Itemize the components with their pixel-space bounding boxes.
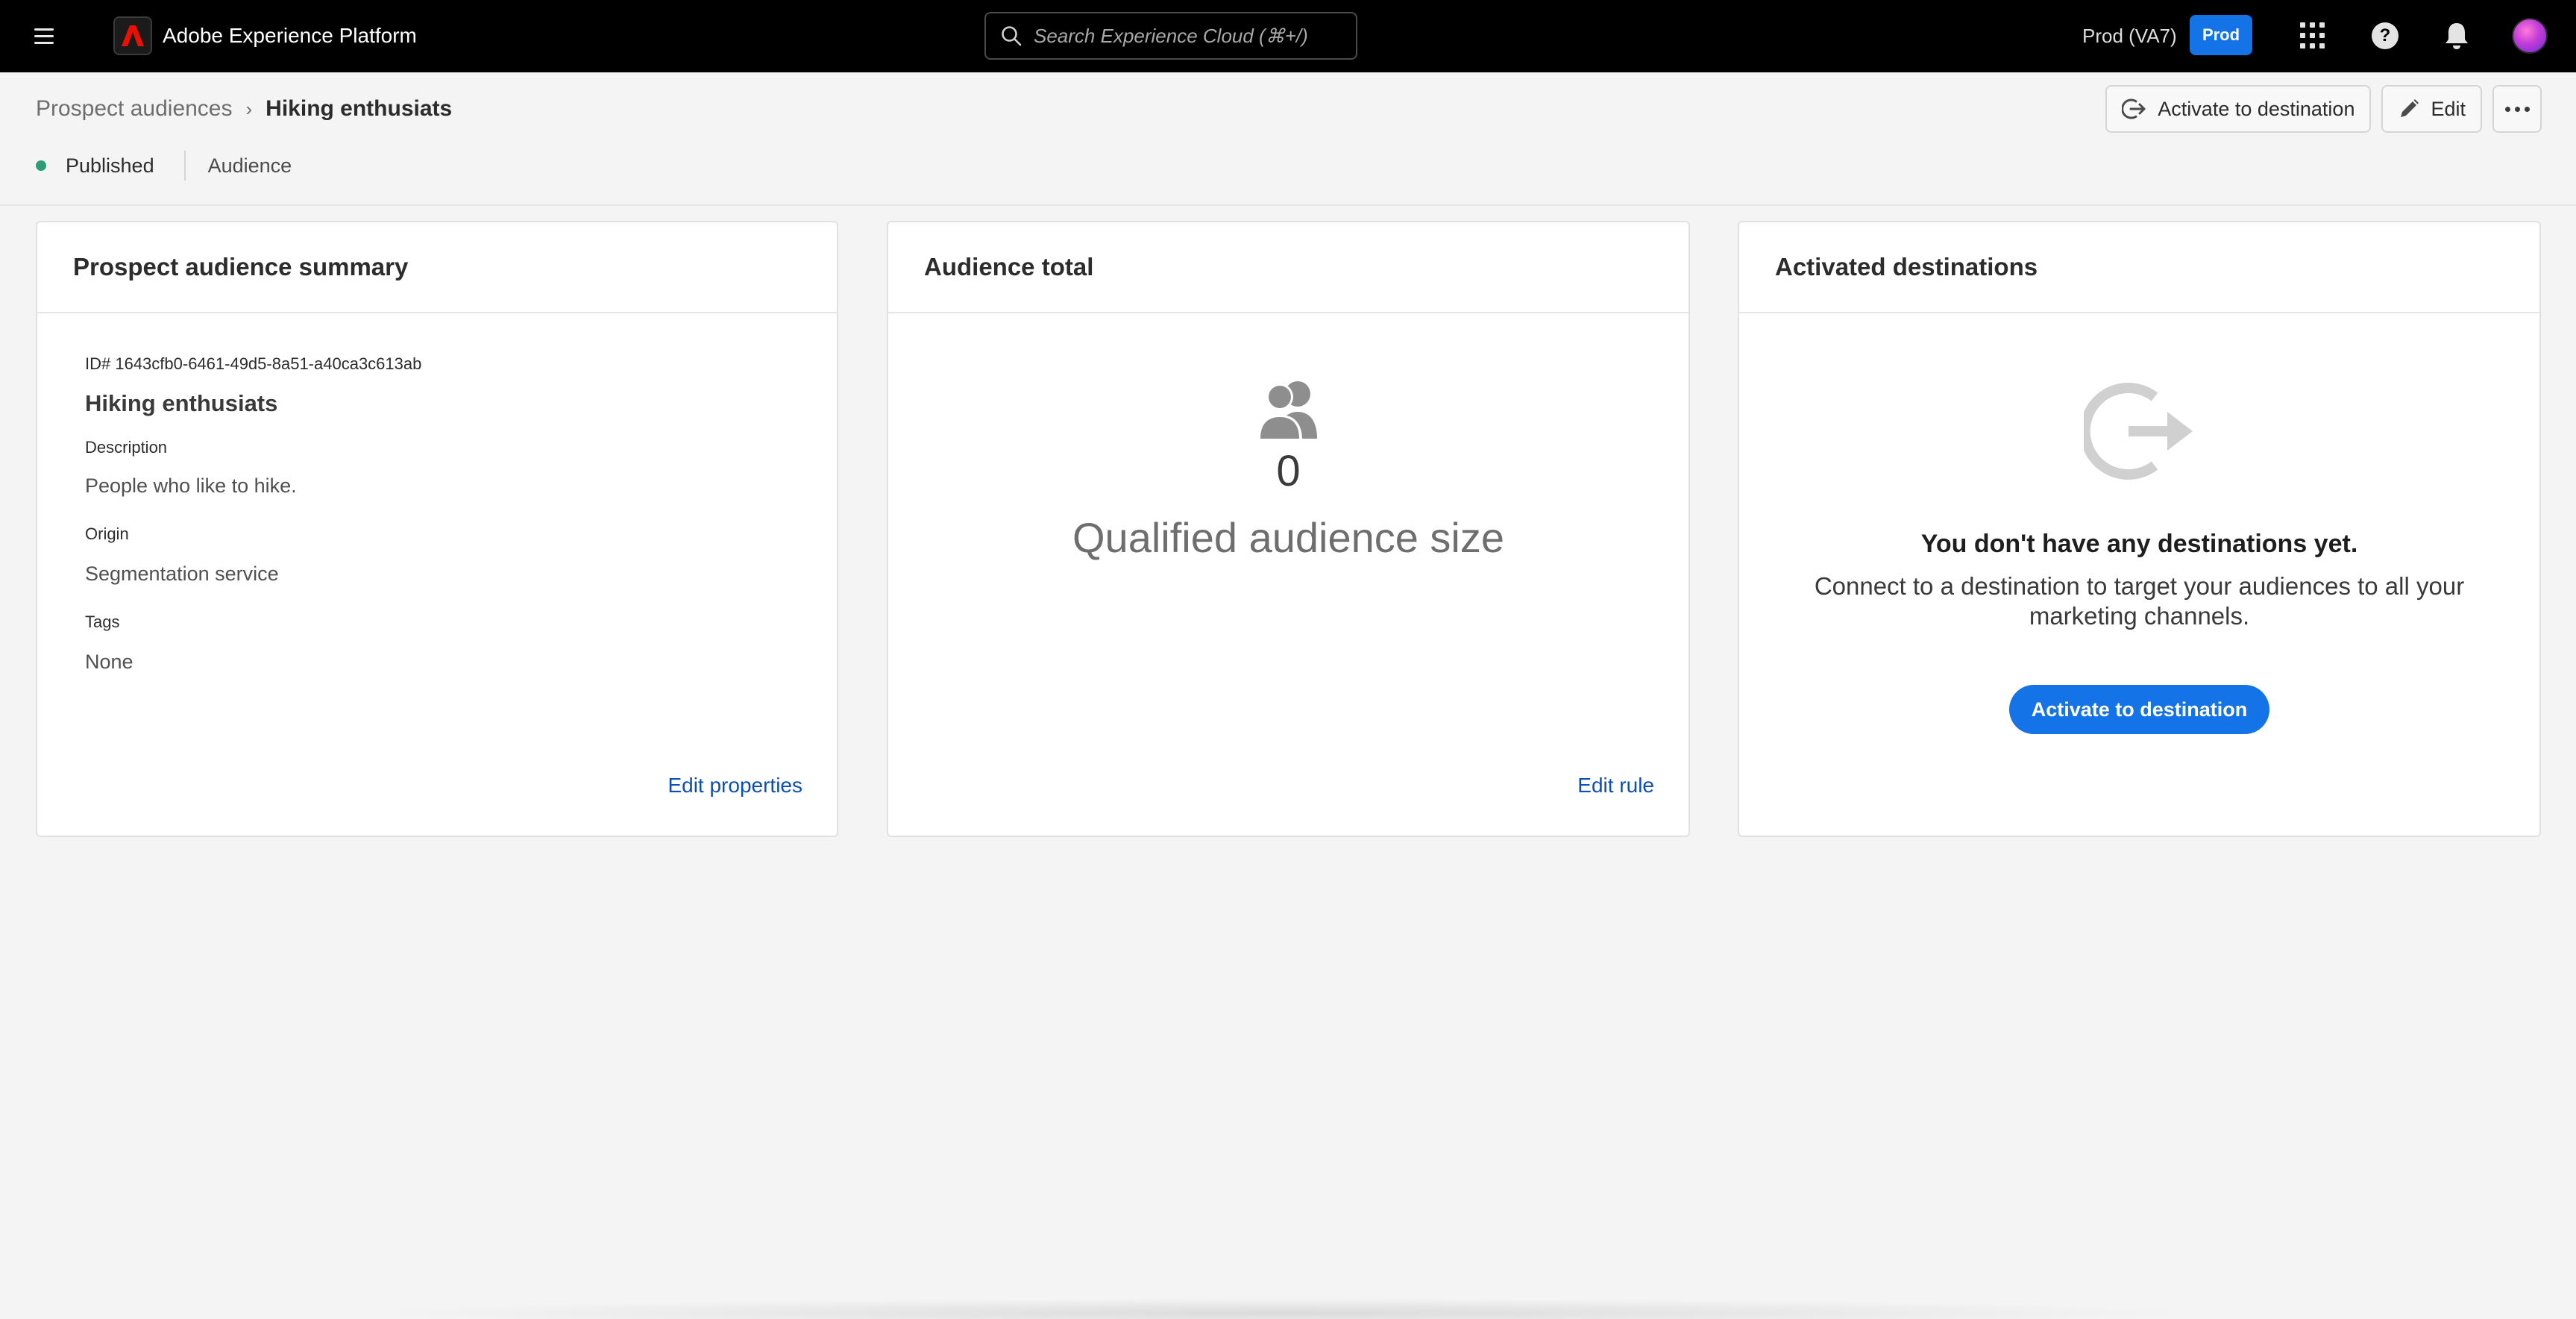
edit-properties-link[interactable]: Edit properties — [667, 773, 802, 798]
activate-to-destination-cta[interactable]: Activate to destination — [2008, 685, 2270, 734]
tags-label: Tags — [85, 612, 120, 631]
menu-icon[interactable] — [34, 22, 61, 49]
breadcrumb-prospect-audiences[interactable]: Prospect audiences — [36, 95, 233, 122]
app-title[interactable]: Adobe Experience Platform — [163, 22, 417, 49]
audience-name: Hiking enthusiats — [85, 390, 278, 416]
activate-destination-icon — [2122, 98, 2146, 119]
card-header: Audience total — [888, 222, 1688, 313]
qualified-audience-count: 0 — [1276, 447, 1301, 495]
bell-icon[interactable] — [2443, 21, 2470, 51]
people-icon — [1257, 381, 1317, 440]
search-input[interactable] — [1034, 24, 1347, 48]
audience-total-card: Audience total 0 Qualified audience size… — [887, 221, 1690, 837]
search-icon — [1002, 26, 1022, 46]
top-navigation-bar: Adobe Experience Platform Prod (VA7) Pro… — [0, 0, 2576, 72]
card-title: Audience total — [924, 253, 1094, 281]
description-value: People who like to hike. — [85, 474, 297, 497]
activate-destination-icon — [2083, 383, 2193, 480]
page-title: Hiking enthusiats — [266, 96, 453, 121]
empty-state-title: You don't have any destinations yet. — [1920, 530, 2358, 558]
origin-value: Segmentation service — [85, 563, 279, 585]
activate-to-destination-button[interactable]: Activate to destination — [2105, 85, 2372, 133]
status-divider — [183, 151, 186, 181]
global-search[interactable] — [984, 12, 1357, 60]
audience-id: ID# 1643cfb0-6461-49d5-8a51-a40ca3c613ab — [85, 354, 422, 373]
breadcrumb: Prospect audiences › Hiking enthusiats — [36, 95, 452, 122]
bottom-shadow — [358, 1298, 2208, 1319]
org-switcher[interactable]: Prod (VA7) — [2082, 22, 2177, 49]
chevron-right-icon: › — [245, 98, 253, 120]
header-divider — [0, 204, 2576, 206]
edit-rule-link[interactable]: Edit rule — [1577, 773, 1654, 798]
status-badge: Published — [66, 154, 154, 177]
activated-destinations-card: Activated destinations You don't have an… — [1738, 221, 2541, 837]
card-header: Activated destinations — [1739, 222, 2539, 313]
qualified-audience-label: Qualified audience size — [1072, 514, 1505, 561]
environment-badge[interactable]: Prod — [2190, 15, 2252, 55]
summary-body: ID# 1643cfb0-6461-49d5-8a51-a40ca3c613ab… — [85, 354, 421, 674]
audience-type: Audience — [207, 154, 292, 177]
prospect-audience-summary-card: Prospect audience summary ID# 1643cfb0-6… — [36, 221, 838, 837]
origin-label: Origin — [85, 524, 129, 543]
tags-value: None — [85, 651, 133, 673]
card-title: Activated destinations — [1775, 253, 2038, 281]
user-avatar[interactable] — [2512, 18, 2548, 54]
help-icon[interactable]: ? — [2372, 22, 2398, 49]
audience-status-row: Published Audience — [36, 151, 292, 181]
activate-button-label: Activate to destination — [2158, 97, 2355, 120]
edit-button-label: Edit — [2431, 97, 2466, 120]
header-actions: Activate to destination Edit — [2105, 85, 2542, 133]
adobe-logo-icon[interactable] — [113, 16, 152, 55]
apps-grid-icon[interactable] — [2300, 22, 2327, 49]
more-options-button[interactable] — [2492, 85, 2542, 133]
pencil-icon — [2401, 99, 2419, 117]
destinations-empty-state: You don't have any destinations yet. Con… — [1739, 379, 2539, 734]
edit-button[interactable]: Edit — [2381, 85, 2482, 133]
description-label: Description — [85, 438, 168, 457]
card-title: Prospect audience summary — [73, 253, 409, 281]
audience-total-body: 0 Qualified audience size — [888, 379, 1688, 563]
card-header: Prospect audience summary — [37, 222, 837, 313]
empty-state-description: Connect to a destination to target your … — [1814, 572, 2465, 630]
status-dot-icon — [36, 160, 46, 171]
